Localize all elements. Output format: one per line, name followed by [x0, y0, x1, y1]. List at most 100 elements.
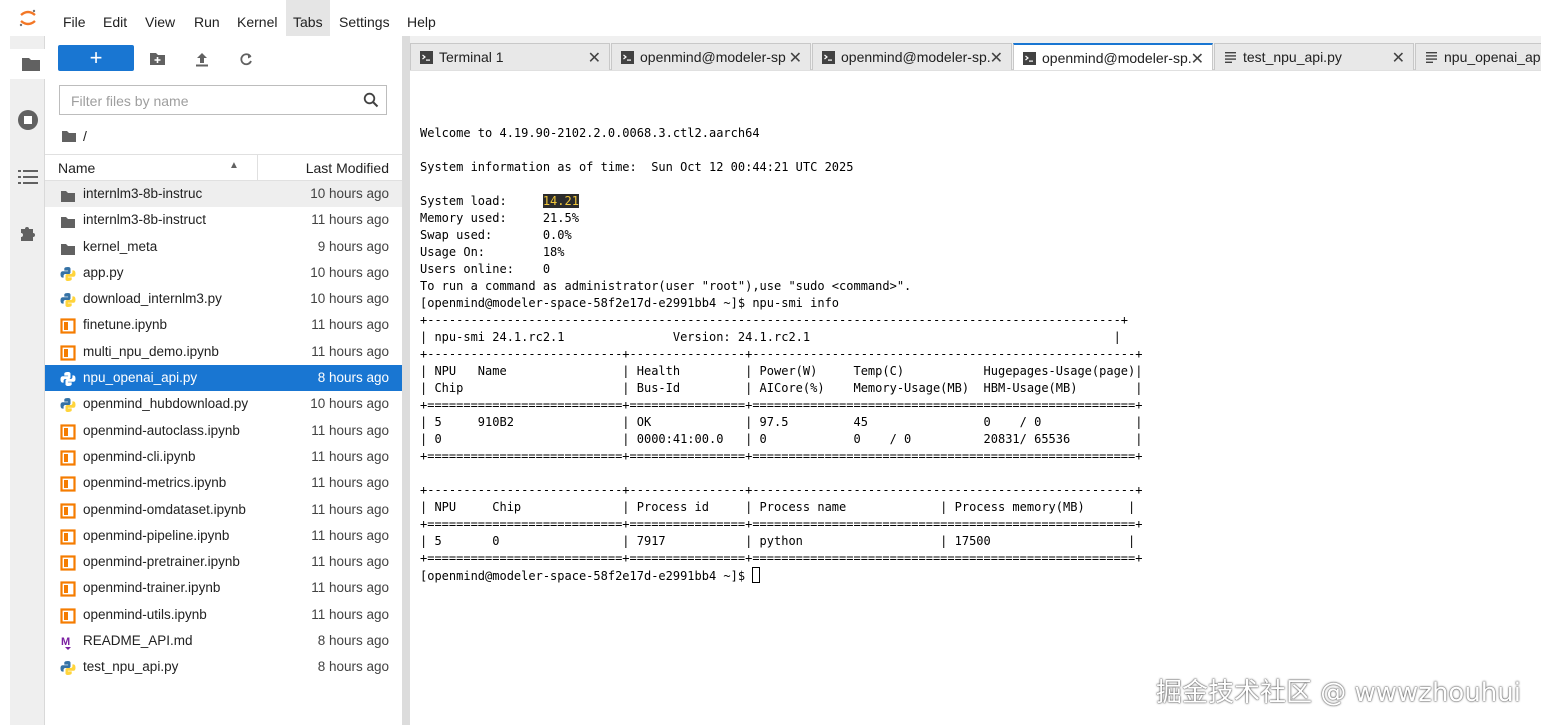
file-list-item[interactable]: app.py 10 hours ago — [45, 260, 402, 286]
menu-run[interactable]: Run — [187, 0, 227, 36]
refresh-icon[interactable] — [237, 51, 255, 67]
file-list-item[interactable]: internlm3-8b-instruc 10 hours ago — [45, 181, 402, 208]
running-sessions-icon[interactable] — [10, 105, 45, 135]
terminal-output[interactable]: Welcome to 4.19.90-2102.2.0.0068.3.ctl2.… — [420, 125, 1142, 585]
file-list-item[interactable]: npu_openai_api.py 8 hours ago — [45, 365, 402, 392]
filter-files-input[interactable] — [69, 87, 363, 115]
file-modified: 11 hours ago — [311, 475, 389, 491]
file-modified: 11 hours ago — [311, 212, 389, 228]
extensions-puzzle-icon[interactable] — [10, 218, 45, 248]
file-list-item[interactable]: download_internlm3.py 10 hours ago — [45, 286, 402, 312]
name-column-header[interactable]: Name — [58, 160, 95, 176]
document-tab[interactable]: test_npu_api.py ✕ — [1214, 43, 1414, 70]
file-modified: 11 hours ago — [311, 580, 389, 596]
breadcrumb: / — [61, 126, 87, 146]
file-list-item[interactable]: openmind-metrics.ipynb 11 hours ago — [45, 470, 402, 496]
file-list-header: Name ▲ Last Modified — [45, 154, 402, 181]
terminal-panel[interactable]: Welcome to 4.19.90-2102.2.0.0068.3.ctl2.… — [410, 70, 1541, 726]
close-icon[interactable]: ✕ — [1191, 49, 1204, 69]
file-list-item[interactable]: internlm3-8b-instruct 11 hours ago — [45, 207, 402, 233]
python-icon — [60, 291, 76, 308]
breadcrumb-root[interactable]: / — [83, 128, 87, 144]
terminal-line: [openmind@modeler-space-58f2e17d-e2991bb… — [420, 296, 840, 310]
terminal-line: +===========================+===========… — [420, 517, 1143, 531]
search-icon — [363, 92, 379, 108]
terminal-welcome-line: Welcome to 4.19.90-2102.2.0.0068.3.ctl2.… — [420, 126, 760, 140]
file-list-item[interactable]: openmind-utils.ipynb 11 hours ago — [45, 602, 402, 628]
terminal-icon — [1023, 51, 1036, 65]
svg-text:M: M — [61, 636, 70, 648]
file-list-item[interactable]: openmind-trainer.ipynb 11 hours ago — [45, 575, 402, 601]
file-list-item[interactable]: openmind_hubdownload.py 10 hours ago — [45, 391, 402, 417]
file-list-item[interactable]: openmind-autoclass.ipynb 11 hours ago — [45, 418, 402, 444]
notebook-icon — [60, 344, 76, 361]
close-icon[interactable]: ✕ — [990, 48, 1003, 68]
file-name: internlm3-8b-instruc — [83, 186, 203, 201]
file-browser-panel: + / Name ▲ Last Modified internlm3-8b-in… — [45, 36, 402, 725]
terminal-icon — [822, 50, 835, 64]
tab-label: test_npu_api.py — [1243, 49, 1342, 65]
file-list-item[interactable]: openmind-cli.ipynb 11 hours ago — [45, 444, 402, 470]
folder-icon — [60, 212, 76, 229]
file-name: multi_npu_demo.ipynb — [83, 343, 219, 359]
file-list-item[interactable]: openmind-pipeline.ipynb 11 hours ago — [45, 523, 402, 549]
document-tab[interactable]: openmind@modeler-sp ✕ — [611, 43, 811, 70]
last-modified-column-header[interactable]: Last Modified — [306, 160, 389, 176]
notebook-icon — [60, 580, 76, 598]
file-name: internlm3-8b-instruct — [83, 212, 207, 228]
close-icon[interactable]: ✕ — [789, 48, 802, 68]
file-name: openmind_hubdownload.py — [83, 396, 249, 412]
document-tab[interactable]: Terminal 1 ✕ — [410, 43, 610, 70]
panel-splitter[interactable] — [402, 36, 410, 725]
table-of-contents-icon[interactable] — [10, 162, 45, 192]
tab-label: npu_openai_api. — [1444, 49, 1541, 65]
menu-tabs[interactable]: Tabs — [286, 0, 330, 36]
file-list-item[interactable]: finetune.ipynb 11 hours ago — [45, 312, 402, 338]
file-name: app.py — [83, 264, 124, 280]
file-name: openmind-metrics.ipynb — [83, 475, 227, 491]
close-icon[interactable]: ✕ — [1392, 48, 1405, 68]
notebook-icon — [60, 607, 76, 624]
upload-icon[interactable] — [193, 51, 211, 67]
terminal-line: +===========================+===========… — [420, 449, 1143, 463]
menu-edit[interactable]: Edit — [96, 0, 134, 36]
menu-view[interactable]: View — [138, 0, 182, 36]
menu-settings[interactable]: Settings — [332, 0, 397, 36]
terminal-line: | NPU Name | Health | Power(W) Temp(C) H… — [420, 364, 1143, 378]
menu-file[interactable]: File — [56, 0, 93, 36]
file-name: test_npu_api.py — [83, 659, 179, 675]
document-tab[interactable]: openmind@modeler-sp. ✕ — [812, 43, 1012, 70]
new-folder-icon[interactable] — [148, 51, 166, 67]
file-list-item[interactable]: openmind-omdataset.ipynb 11 hours ago — [45, 497, 402, 523]
file-list-item[interactable]: openmind-pretrainer.ipynb 11 hours ago — [45, 549, 402, 575]
notebook-icon — [60, 475, 76, 492]
close-icon[interactable]: ✕ — [588, 48, 601, 68]
terminal-icon — [420, 50, 433, 64]
python-icon — [60, 396, 76, 413]
file-name: openmind-omdataset.ipynb — [83, 501, 246, 517]
file-browser-tab-icon[interactable] — [10, 49, 48, 79]
file-modified: 8 hours ago — [317, 659, 389, 675]
folder-icon — [60, 186, 76, 202]
menu-kernel[interactable]: Kernel — [230, 0, 284, 36]
file-list-item[interactable]: test_npu_api.py 8 hours ago — [45, 654, 402, 680]
file-name: openmind-cli.ipynb — [83, 448, 196, 464]
document-tab[interactable]: npu_openai_api.✕ — [1415, 43, 1541, 70]
file-list-item[interactable]: kernel_meta 9 hours ago — [45, 234, 402, 260]
filter-files-input-box — [59, 85, 387, 115]
file-name: README_API.md — [83, 633, 193, 649]
terminal-line: Swap used: 0.0% — [420, 228, 572, 242]
file-list-item[interactable]: multi_npu_demo.ipynb 11 hours ago — [45, 339, 402, 365]
column-divider[interactable] — [257, 155, 258, 181]
terminal-line: +---------------------------+-----------… — [420, 483, 1143, 497]
file-list-item[interactable]: M README_API.md 8 hours ago — [45, 628, 402, 654]
terminal-line: | NPU Chip | Process id | Process name |… — [420, 500, 1136, 514]
menu-help[interactable]: Help — [400, 0, 443, 36]
terminal-line: Usage On: 18% — [420, 245, 565, 259]
file-modified: 11 hours ago — [311, 527, 389, 543]
document-tab[interactable]: openmind@modeler-sp. ✕ — [1013, 43, 1213, 71]
file-modified: 10 hours ago — [310, 186, 389, 201]
new-launcher-button[interactable]: + — [58, 45, 134, 71]
home-folder-icon[interactable] — [61, 130, 77, 143]
file-modified: 11 hours ago — [311, 422, 389, 438]
